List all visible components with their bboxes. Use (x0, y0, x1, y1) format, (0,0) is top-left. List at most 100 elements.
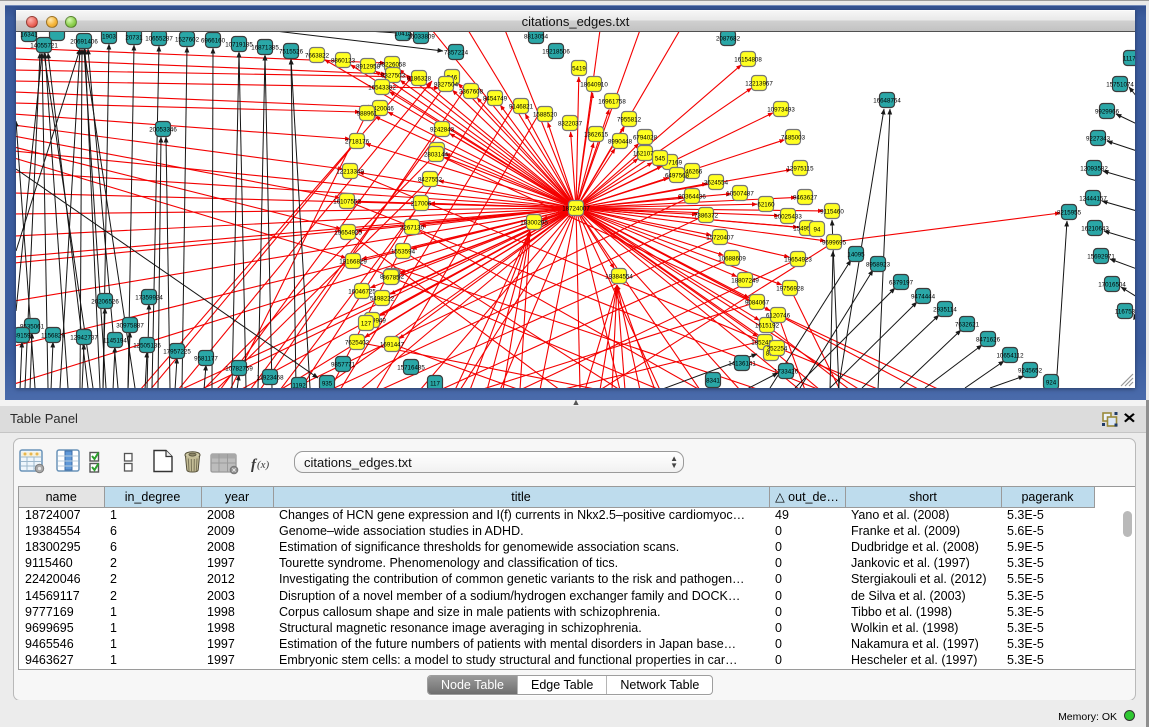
svg-text:1145194: 1145194 (103, 338, 127, 345)
svg-text:935: 935 (322, 381, 333, 388)
svg-text:9327504: 9327504 (434, 82, 459, 89)
svg-text:7955812: 7955812 (617, 117, 642, 124)
svg-text:9242843: 9242843 (430, 127, 455, 134)
svg-text:8427552: 8427552 (418, 177, 443, 184)
svg-text:9327503: 9327503 (381, 73, 406, 80)
svg-text:1615192: 1615192 (755, 323, 780, 330)
svg-text:19218506: 19218506 (542, 49, 570, 56)
svg-text:16210643: 16210643 (1081, 226, 1109, 233)
svg-text:9699695: 9699695 (822, 240, 847, 247)
svg-text:15716485: 15716485 (397, 365, 425, 372)
svg-text:12213349: 12213349 (336, 169, 364, 176)
svg-text:7625402: 7625402 (345, 340, 370, 347)
svg-text:16341: 16341 (20, 32, 38, 39)
svg-text:7357224: 7357224 (444, 50, 469, 57)
svg-text:15720407: 15720407 (706, 235, 734, 242)
svg-text:15751074: 15751074 (1106, 82, 1134, 89)
svg-text:1527602: 1527602 (175, 37, 200, 44)
svg-text:8454749: 8454749 (483, 96, 508, 103)
svg-text:2087682: 2087682 (716, 36, 741, 43)
svg-text:9084067: 9084067 (745, 300, 770, 307)
svg-text:9115460: 9115460 (820, 209, 844, 216)
svg-text:8186328: 8186328 (407, 76, 432, 83)
svg-text:19654925: 19654925 (334, 230, 362, 237)
svg-text:16543382: 16543382 (368, 85, 396, 92)
svg-text:86785: 86785 (382, 275, 400, 282)
svg-text:14095: 14095 (847, 252, 865, 259)
svg-text:7386372: 7386372 (694, 213, 719, 220)
svg-text:20731: 20731 (125, 35, 143, 42)
svg-text:12975115: 12975115 (786, 166, 814, 173)
svg-text:7485003: 7485003 (781, 135, 806, 142)
svg-text:16033809: 16033809 (407, 34, 435, 41)
svg-text:8215955: 8215955 (1057, 210, 1082, 217)
svg-text:8860123: 8860123 (331, 58, 356, 65)
svg-text:14055721: 14055721 (30, 43, 58, 50)
svg-text:1192: 1192 (292, 383, 306, 389)
svg-text:1588520: 1588520 (533, 112, 558, 119)
svg-text:12444157: 12444157 (1079, 196, 1107, 203)
svg-text:1362615: 1362615 (584, 132, 609, 139)
svg-text:12942737: 12942737 (70, 335, 98, 342)
svg-text:12093582: 12093582 (1080, 166, 1108, 173)
svg-text:2718176: 2718176 (345, 139, 370, 146)
svg-text:20206526: 20206526 (91, 299, 119, 306)
svg-text:16046725: 16046725 (348, 289, 376, 296)
svg-text:15692971: 15692971 (1087, 254, 1115, 261)
svg-text:3624554: 3624554 (704, 180, 729, 187)
svg-text:16107552: 16107552 (333, 199, 361, 206)
svg-text:9227343: 9227343 (1086, 136, 1111, 143)
svg-text:10655287: 10655287 (145, 36, 173, 43)
svg-text:6497568: 6497568 (665, 173, 690, 180)
svg-text:9463627: 9463627 (793, 195, 818, 202)
svg-text:16154808: 16154808 (734, 57, 762, 64)
svg-text:12505135: 12505135 (133, 343, 161, 350)
svg-text:8471626: 8471626 (976, 337, 1001, 344)
svg-text:545: 545 (655, 156, 666, 163)
svg-text:1156829: 1156829 (41, 333, 65, 340)
svg-text:6794028: 6794028 (633, 135, 658, 142)
svg-text:116753: 116753 (1115, 309, 1135, 316)
svg-text:18724007: 18724007 (562, 206, 590, 213)
svg-text:2803144: 2803144 (424, 152, 449, 159)
svg-text:9581177: 9581177 (194, 356, 218, 363)
svg-text:10688609: 10688609 (718, 256, 746, 263)
svg-text:217006: 217006 (411, 201, 432, 208)
svg-text:18807249: 18807249 (731, 278, 759, 285)
svg-text:39159: 39159 (16, 333, 31, 340)
svg-text:2367608: 2367608 (459, 89, 484, 96)
svg-text:62160: 62160 (757, 202, 775, 209)
svg-text:18640910: 18640910 (580, 82, 608, 89)
svg-text:252254: 252254 (767, 346, 788, 353)
svg-text:30975887: 30975887 (116, 323, 144, 330)
svg-text:16871385: 16871385 (251, 45, 279, 52)
svg-text:17957225: 17957225 (163, 349, 191, 356)
svg-text:20053346: 20053346 (149, 127, 177, 134)
svg-text:9929966: 9929966 (1095, 109, 1120, 116)
svg-text:3267130: 3267130 (400, 225, 425, 232)
svg-text:127: 127 (361, 321, 372, 328)
svg-text:19654923: 19654923 (784, 257, 812, 264)
svg-text:9146821: 9146821 (509, 104, 534, 111)
svg-text:8322037: 8322037 (558, 121, 583, 128)
svg-text:19166829: 19166829 (339, 259, 367, 266)
svg-text:1733426: 1733426 (774, 369, 799, 376)
svg-text:20691406: 20691406 (70, 39, 98, 46)
svg-text:6120746: 6120746 (766, 313, 791, 320)
svg-text:94: 94 (814, 227, 821, 234)
svg-text:9857771: 9857771 (331, 362, 356, 369)
svg-text:19384554: 19384554 (605, 274, 633, 281)
svg-text:10719185: 10719185 (225, 42, 253, 49)
svg-text:8958923: 8958923 (866, 262, 891, 269)
svg-text:12213967: 12213967 (745, 81, 773, 88)
svg-text:11923468: 11923468 (256, 375, 284, 382)
svg-text:2935114: 2935114 (933, 307, 957, 314)
svg-text:10782759: 10782759 (225, 366, 253, 373)
svg-text:10025433: 10025433 (774, 214, 802, 221)
svg-text:7515526: 7515526 (279, 49, 304, 56)
svg-text:(x): (x) (257, 459, 270, 471)
svg-text:9474444: 9474444 (911, 294, 936, 301)
svg-text:10654112: 10654112 (996, 353, 1024, 360)
svg-text:5419: 5419 (572, 66, 586, 73)
svg-text:8341: 8341 (706, 378, 720, 385)
